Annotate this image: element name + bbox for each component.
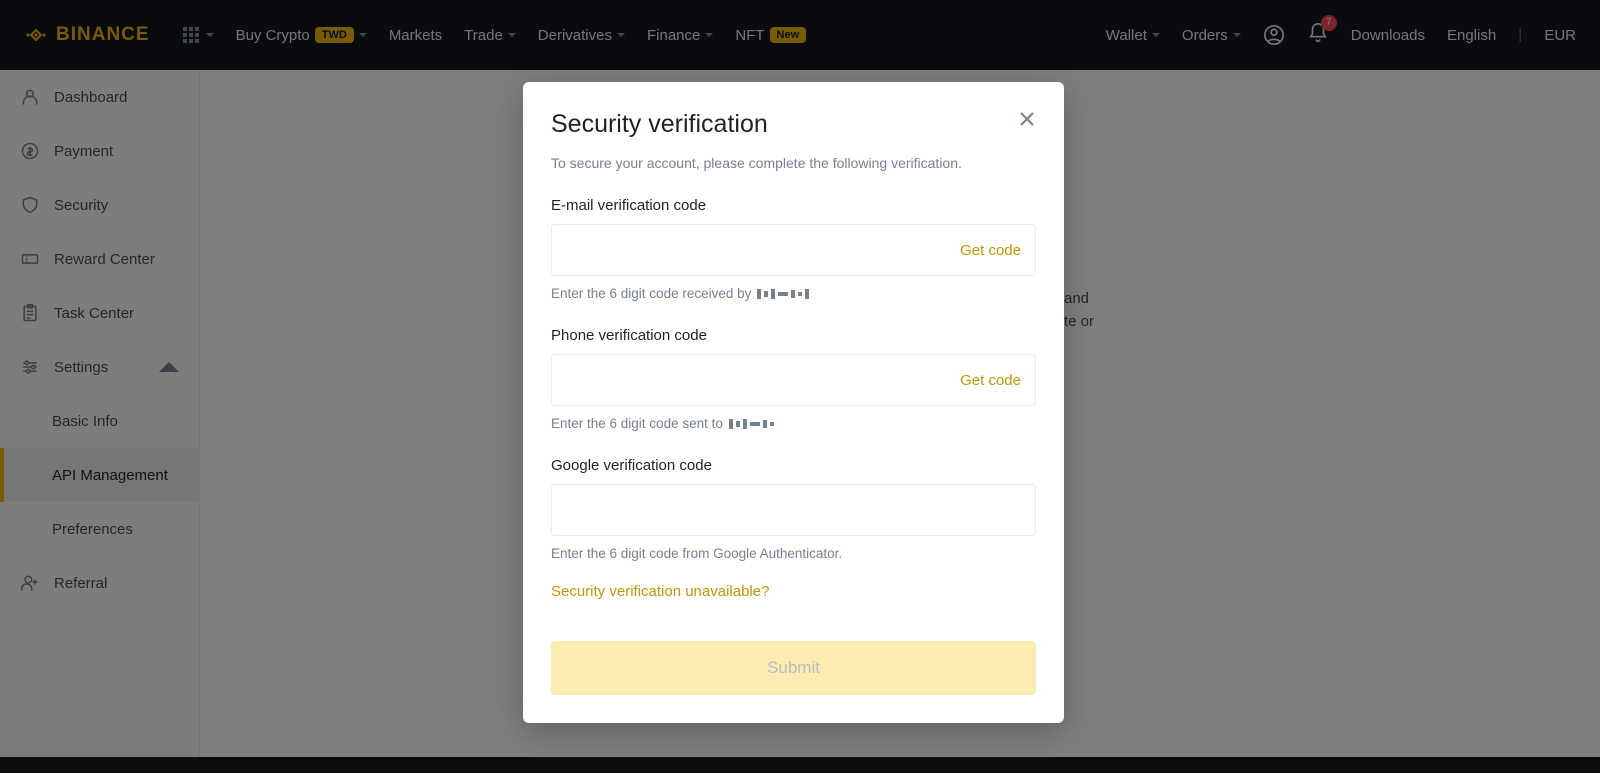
email-code-input-wrap: Get code [551,224,1036,276]
google-code-input-wrap [551,484,1036,536]
phone-get-code-button[interactable]: Get code [960,372,1021,389]
phone-code-input[interactable] [566,355,960,405]
google-code-field: Google verification code Enter the 6 dig… [551,457,1036,561]
modal-description: To secure your account, please complete … [551,155,1036,171]
email-code-field: E-mail verification code Get code Enter … [551,197,1036,301]
masked-phone [729,419,774,429]
security-verification-modal: Security verification To secure your acc… [523,82,1064,723]
google-code-label: Google verification code [551,457,1036,474]
email-get-code-button[interactable]: Get code [960,242,1021,259]
email-hint-text: Enter the 6 digit code received by [551,286,751,301]
modal-title: Security verification [551,110,768,139]
phone-code-field: Phone verification code Get code Enter t… [551,327,1036,431]
google-code-hint: Enter the 6 digit code from Google Authe… [551,546,1036,561]
email-code-label: E-mail verification code [551,197,1036,214]
masked-email [757,289,809,299]
email-code-input[interactable] [566,225,960,275]
verification-unavailable-link[interactable]: Security verification unavailable? [551,583,769,600]
close-icon[interactable] [1018,110,1036,128]
phone-code-label: Phone verification code [551,327,1036,344]
submit-button[interactable]: Submit [551,641,1036,695]
phone-code-input-wrap: Get code [551,354,1036,406]
phone-hint-text: Enter the 6 digit code sent to [551,416,723,431]
google-code-input[interactable] [566,485,1021,535]
email-code-hint: Enter the 6 digit code received by [551,286,1036,301]
phone-code-hint: Enter the 6 digit code sent to [551,416,1036,431]
footer [0,757,1600,773]
